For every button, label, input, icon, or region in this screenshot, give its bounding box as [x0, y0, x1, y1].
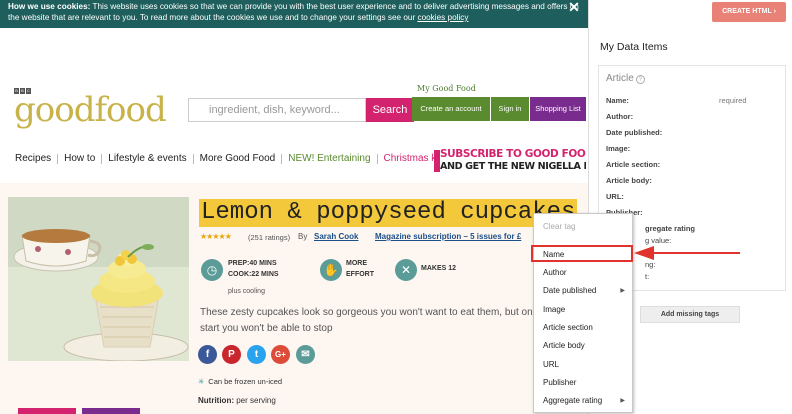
menu-item-article-section[interactable]: Article section: [534, 319, 632, 337]
field-image[interactable]: Image:: [606, 144, 630, 153]
author-link[interactable]: Sarah Cook: [314, 232, 358, 241]
main-nav: Recipes How to Lifestyle & events More G…: [0, 151, 452, 167]
chevron-right-icon: ›: [773, 8, 776, 15]
google-plus-icon[interactable]: G+: [271, 345, 290, 364]
cutlery-icon: ✕: [395, 259, 417, 281]
menu-item-article-body[interactable]: Article body: [534, 337, 632, 355]
field-aggregate-rating[interactable]: gregate rating: [645, 224, 695, 233]
search-button[interactable]: Search: [366, 98, 414, 122]
menu-item-label: Aggregate rating: [543, 396, 603, 405]
facebook-icon[interactable]: f: [198, 345, 217, 364]
description-line-2: start you won't be able to stop: [200, 323, 333, 334]
logo-wordmark: goodfood: [14, 90, 167, 130]
effort-line-2: EFFORT: [346, 271, 374, 278]
bottom-tab-pink[interactable]: [18, 408, 76, 414]
clock-icon: ◷: [201, 259, 223, 281]
cooling-note: plus cooling: [228, 288, 265, 295]
field-date-published[interactable]: Date published:: [606, 128, 662, 137]
menu-item-label: Author: [543, 268, 567, 277]
subscribe-banner[interactable]: SUBSCRIBE TO GOOD FOOD AND GET THE NEW N…: [434, 146, 586, 178]
my-good-food-label: My Good Food: [417, 84, 476, 93]
required-label: required: [719, 96, 747, 105]
chef-hat-icon: ✋: [320, 259, 342, 281]
field-article-section[interactable]: Article section:: [606, 160, 660, 169]
sign-in-button[interactable]: Sign in: [491, 97, 529, 121]
menu-item-label: Date published: [543, 286, 597, 295]
menu-item-label: Image: [543, 305, 566, 314]
cookie-banner-heading: How we use cookies:: [8, 2, 91, 11]
banner-line-1: SUBSCRIBE TO GOOD FOOD: [440, 148, 586, 160]
menu-item-author[interactable]: Author: [534, 264, 632, 282]
nutrition-label: Nutrition:: [198, 396, 234, 405]
cookie-banner-text: This website uses cookies so that we can…: [8, 2, 579, 22]
field-name[interactable]: Name:: [606, 96, 629, 105]
freezable-note: ✳ Can be frozen un-iced: [198, 377, 282, 386]
nav-item-how-to[interactable]: How to: [58, 154, 103, 164]
freezable-text: Can be frozen un-iced: [208, 377, 283, 386]
menu-item-aggregate-rating[interactable]: Aggregate rating ▶: [534, 392, 632, 410]
field-url[interactable]: URL:: [606, 192, 624, 201]
bottom-tab-purple[interactable]: [82, 408, 140, 414]
field-rating-value[interactable]: g value:: [645, 236, 671, 245]
snowflake-icon: ✳: [198, 377, 205, 386]
goodfood-logo[interactable]: B B C goodfood: [14, 88, 167, 134]
magazine-subscription-link[interactable]: Magazine subscription – 5 issues for £: [375, 232, 533, 241]
nutrition-line: Nutrition: per serving: [198, 396, 276, 405]
menu-item-publisher[interactable]: Publisher: [534, 374, 632, 392]
panel-title: My Data Items: [600, 41, 668, 53]
field-rating-extra[interactable]: t:: [645, 272, 649, 281]
nav-item-recipes[interactable]: Recipes: [0, 154, 59, 164]
menu-item-clear-tag[interactable]: Clear tag: [534, 218, 632, 236]
article-label: Article: [606, 73, 634, 84]
pinterest-icon[interactable]: P: [222, 345, 241, 364]
effort-line-1: MORE: [346, 260, 367, 267]
menu-item-label: URL: [543, 360, 560, 369]
menu-item-url[interactable]: URL: [534, 356, 632, 374]
context-menu: Clear tag Name Author Date published ▶ Im…: [533, 213, 633, 413]
create-account-button[interactable]: Create an account: [412, 97, 490, 121]
recipe-photo: [8, 197, 189, 361]
prep-time: PREP:40 MINS: [228, 260, 277, 267]
by-label: By: [298, 232, 308, 241]
cook-time: COOK:22 MINS: [228, 271, 279, 278]
annotation-arrow-icon: [634, 246, 740, 260]
makes-count: MAKES 12: [421, 265, 457, 272]
cookie-banner: How we use cookies: This website uses co…: [0, 0, 588, 28]
help-icon[interactable]: ?: [635, 75, 645, 84]
highlight-box: [531, 245, 633, 262]
email-icon[interactable]: ✉: [296, 345, 315, 364]
rating-stars[interactable]: ★★★★★: [200, 232, 232, 241]
ratings-count: (251 ratings): [248, 233, 291, 242]
shopping-list-button[interactable]: Shopping List: [530, 97, 586, 121]
banner-line-2: AND GET THE NEW NIGELLA BOOK: [440, 161, 586, 172]
field-author[interactable]: Author:: [606, 112, 633, 121]
article-heading: Article?: [606, 73, 645, 84]
search-input[interactable]: ingredient, dish, keyword...: [188, 98, 366, 122]
close-icon[interactable]: ✕: [566, 0, 582, 16]
cookies-policy-link[interactable]: cookies policy: [417, 13, 468, 22]
menu-item-date-published[interactable]: Date published ▶: [534, 282, 632, 300]
recipe-description: These zesty cupcakes look so gorgeous yo…: [200, 305, 535, 337]
nav-item-entertaining[interactable]: NEW! Entertaining: [282, 154, 378, 164]
menu-item-label: Publisher: [543, 378, 577, 387]
menu-item-label: Article section: [543, 323, 593, 332]
field-article-body[interactable]: Article body:: [606, 176, 652, 185]
create-html-label: CREATE HTML: [722, 8, 772, 15]
create-html-button[interactable]: CREATE HTML ›: [712, 2, 786, 22]
twitter-icon[interactable]: t: [247, 345, 266, 364]
menu-item-label: Article body: [543, 341, 585, 350]
nav-item-lifestyle[interactable]: Lifestyle & events: [102, 154, 194, 164]
submenu-arrow-icon: ▶: [620, 288, 625, 294]
menu-item-label: Clear tag: [543, 222, 576, 231]
add-missing-tags-button[interactable]: Add missing tags: [640, 306, 740, 323]
submenu-arrow-icon: ▶: [620, 398, 625, 404]
recipe-title: Lemon & poppyseed cupcakes: [199, 199, 578, 227]
nutrition-value: per serving: [236, 396, 276, 405]
field-rating-count[interactable]: ng:: [645, 260, 655, 269]
nav-item-more-good-food[interactable]: More Good Food: [194, 154, 283, 164]
menu-item-image[interactable]: Image: [534, 301, 632, 319]
cupcake-image: [8, 197, 189, 361]
description-line-1: These zesty cupcakes look so gorgeous yo…: [200, 307, 535, 318]
